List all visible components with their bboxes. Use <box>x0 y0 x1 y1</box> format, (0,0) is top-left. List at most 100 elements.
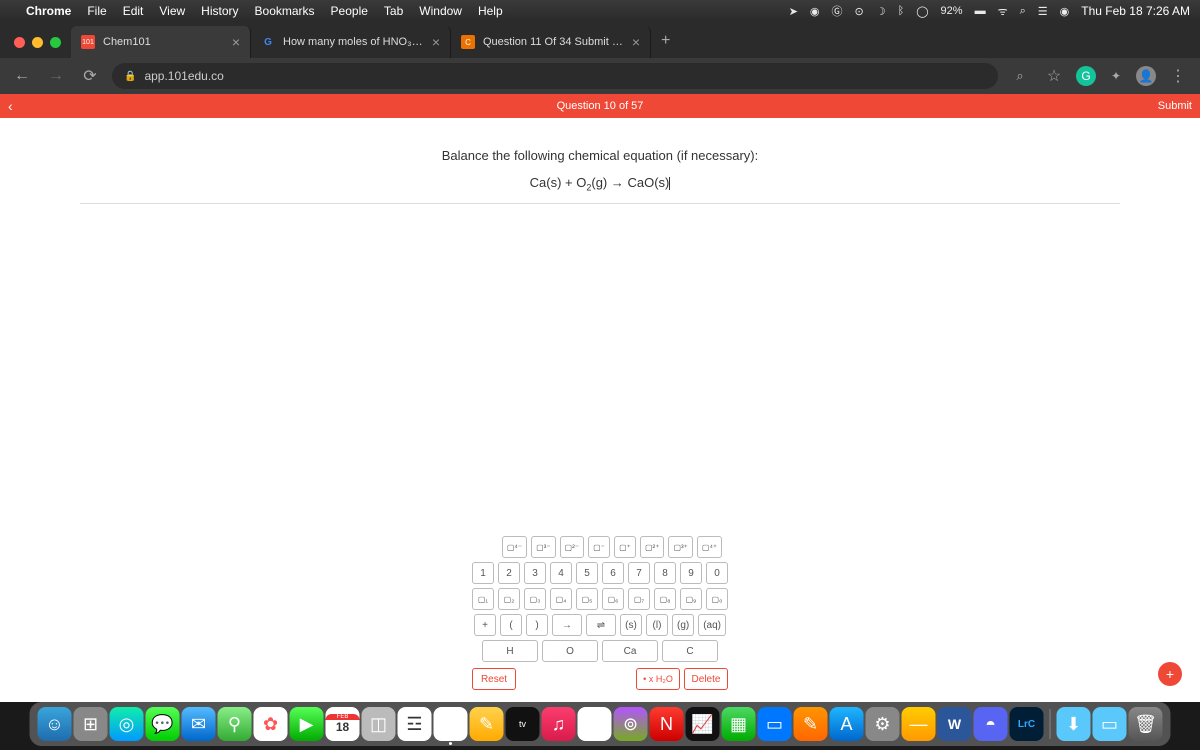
search-icon[interactable]: ⌕ <box>1020 5 1026 18</box>
key-sup-2minus[interactable]: ▢²⁻ <box>560 536 584 558</box>
extensions-icon[interactable]: ✦ <box>1106 66 1126 86</box>
wifi-icon[interactable]: ᯤ <box>998 4 1008 19</box>
key-sub-7[interactable]: ▢₇ <box>628 588 650 610</box>
clock[interactable]: Thu Feb 18 7:26 AM <box>1081 4 1190 18</box>
key-paren-close[interactable]: ) <box>526 614 548 636</box>
notes-icon[interactable]: ✎ <box>470 707 504 741</box>
stocks-icon[interactable]: 📈 <box>686 707 720 741</box>
sync-icon[interactable]: ◉ <box>810 5 820 18</box>
moon-icon[interactable]: ☽ <box>876 5 886 18</box>
facetime-icon[interactable]: ▶ <box>290 707 324 741</box>
trash-icon[interactable]: 🗑 <box>1129 707 1163 741</box>
settings-icon[interactable]: ⚙ <box>866 707 900 741</box>
menu-edit[interactable]: Edit <box>123 4 144 18</box>
key-element-o[interactable]: O <box>542 640 598 662</box>
record-icon[interactable]: ⊙ <box>855 5 864 18</box>
menu-icon[interactable]: ⋮ <box>1166 66 1190 86</box>
safari-icon[interactable]: ◎ <box>110 707 144 741</box>
url-input[interactable]: 🔒 app.101edu.co <box>112 63 998 89</box>
word-icon[interactable]: W <box>938 707 972 741</box>
key-2[interactable]: 2 <box>498 562 520 584</box>
chrome-icon[interactable]: ◉ <box>578 707 612 741</box>
key-sub-9[interactable]: ▢₉ <box>680 588 702 610</box>
tab-close-icon[interactable]: × <box>232 34 240 50</box>
grammarly-icon[interactable]: Ⓖ <box>832 3 843 19</box>
grammarly-ext-icon[interactable]: G <box>1076 66 1096 86</box>
numbers-icon[interactable]: ▦ <box>722 707 756 741</box>
key-element-h[interactable]: H <box>482 640 538 662</box>
key-0[interactable]: 0 <box>706 562 728 584</box>
key-sup-3plus[interactable]: ▢³⁺ <box>668 536 692 558</box>
key-element-ca[interactable]: Ca <box>602 640 658 662</box>
battery-icon[interactable]: ▬ <box>975 5 986 17</box>
key-element-c[interactable]: C <box>662 640 718 662</box>
equation-display[interactable]: Ca(s) + O2(g) → CaO(s) <box>80 175 1120 204</box>
reminders-icon[interactable]: ☲ <box>398 707 432 741</box>
key-sup-4minus[interactable]: ▢⁴⁻ <box>502 536 527 558</box>
key-sup-2plus[interactable]: ▢²⁺ <box>640 536 664 558</box>
key-sub-3[interactable]: ▢₃ <box>524 588 546 610</box>
profile-icon[interactable]: 👤 <box>1136 66 1156 86</box>
key-3[interactable]: 3 <box>524 562 546 584</box>
key-sub-5[interactable]: ▢₅ <box>576 588 598 610</box>
browser-tab[interactable]: G How many moles of HNO₃ will × <box>251 26 451 58</box>
app-icon[interactable]: — <box>902 707 936 741</box>
menu-file[interactable]: File <box>87 4 106 18</box>
menu-bookmarks[interactable]: Bookmarks <box>255 4 315 18</box>
new-tab-button[interactable]: + <box>651 32 680 58</box>
maps-icon[interactable]: ⚲ <box>218 707 252 741</box>
delete-button[interactable]: Delete <box>684 668 728 690</box>
back-button[interactable]: ← <box>10 67 34 85</box>
mail-icon[interactable]: ✉ <box>182 707 216 741</box>
menu-window[interactable]: Window <box>419 4 462 18</box>
key-sub-6[interactable]: ▢₆ <box>602 588 624 610</box>
zoom-icon[interactable]: ⌕ <box>1008 68 1032 84</box>
battery-percent[interactable]: 92% <box>941 5 963 17</box>
key-paren-open[interactable]: ( <box>500 614 522 636</box>
key-state-s[interactable]: (s) <box>620 614 642 636</box>
chrome-dock-icon[interactable]: ◉ <box>434 707 468 741</box>
finder-icon[interactable]: ☺ <box>38 707 72 741</box>
menu-tab[interactable]: Tab <box>384 4 403 18</box>
appstore-icon[interactable]: A <box>830 707 864 741</box>
key-state-g[interactable]: (g) <box>672 614 694 636</box>
user-icon[interactable]: ◯ <box>916 5 928 18</box>
reload-button[interactable]: ⟳ <box>78 66 102 86</box>
news-icon[interactable]: N <box>650 707 684 741</box>
bookmark-icon[interactable]: ☆ <box>1042 66 1066 86</box>
pages-icon[interactable]: ✎ <box>794 707 828 741</box>
window-close-button[interactable] <box>14 37 25 48</box>
menu-history[interactable]: History <box>201 4 238 18</box>
window-maximize-button[interactable] <box>50 37 61 48</box>
location-icon[interactable]: ➤ <box>789 5 798 18</box>
key-sub-1[interactable]: ▢₁ <box>472 588 494 610</box>
messages-icon[interactable]: 💬 <box>146 707 180 741</box>
folder-icon[interactable]: ▭ <box>1093 707 1127 741</box>
menu-view[interactable]: View <box>159 4 185 18</box>
tab-close-icon[interactable]: × <box>432 34 440 50</box>
control-center-icon[interactable]: ☰ <box>1038 5 1048 18</box>
discord-icon[interactable]: ◓ <box>974 707 1008 741</box>
tv-icon[interactable]: tv <box>506 707 540 741</box>
key-sup-3minus[interactable]: ▢³⁻ <box>531 536 555 558</box>
tab-close-icon[interactable]: × <box>632 34 640 50</box>
key-9[interactable]: 9 <box>680 562 702 584</box>
add-fab-button[interactable]: + <box>1158 662 1182 686</box>
window-minimize-button[interactable] <box>32 37 43 48</box>
key-sup-minus[interactable]: ▢⁻ <box>588 536 610 558</box>
lrc-icon[interactable]: LrC <box>1010 707 1044 741</box>
key-sub-0[interactable]: ▢₀ <box>706 588 728 610</box>
calendar-icon[interactable]: FEB 18 <box>326 707 360 741</box>
key-sub-4[interactable]: ▢₄ <box>550 588 572 610</box>
xh2o-button[interactable]: • x H₂O <box>636 668 680 690</box>
keynote-icon[interactable]: ▭ <box>758 707 792 741</box>
key-4[interactable]: 4 <box>550 562 572 584</box>
key-sub-2[interactable]: ▢₂ <box>498 588 520 610</box>
bluetooth-icon[interactable]: ᛒ <box>898 5 905 17</box>
forward-button[interactable]: → <box>44 67 68 85</box>
key-sub-8[interactable]: ▢₈ <box>654 588 676 610</box>
launchpad-icon[interactable]: ⊞ <box>74 707 108 741</box>
contacts-icon[interactable]: ◫ <box>362 707 396 741</box>
music-icon[interactable]: ♫ <box>542 707 576 741</box>
key-sup-plus[interactable]: ▢⁺ <box>614 536 636 558</box>
